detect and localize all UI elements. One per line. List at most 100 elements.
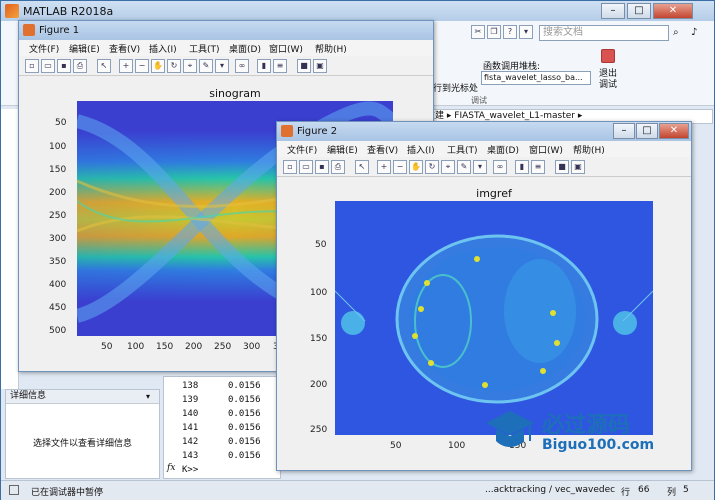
menu-edit[interactable]: 编辑(E) bbox=[69, 42, 100, 55]
close-button[interactable]: ✕ bbox=[653, 3, 693, 19]
menu-help[interactable]: 帮助(H) bbox=[315, 42, 347, 55]
menu-view[interactable]: 查看(V) bbox=[367, 143, 398, 156]
brush-icon[interactable]: ✎ bbox=[457, 160, 471, 174]
copy-icon[interactable]: ❐ bbox=[487, 25, 501, 39]
rotate-icon[interactable]: ↻ bbox=[167, 59, 181, 73]
minimize-button[interactable]: – bbox=[613, 123, 635, 139]
brush-dropdown-icon[interactable]: ▾ bbox=[473, 160, 487, 174]
command-window[interactable]: 138 0.0156 139 0.0156 140 0.0156 141 0.0156 … bbox=[163, 376, 281, 479]
status-row-label: 行 bbox=[621, 488, 631, 498]
menu-edit[interactable]: 编辑(E) bbox=[327, 143, 358, 156]
main-window-title: MATLAB R2018a bbox=[23, 5, 114, 18]
pointer-icon[interactable]: ↖ bbox=[355, 160, 369, 174]
x-tick: 50 bbox=[101, 342, 113, 352]
figure1-title-bar[interactable]: Figure 1 bbox=[19, 21, 433, 40]
hide-tools-icon[interactable]: ■ bbox=[297, 59, 311, 73]
pointer-icon[interactable]: ↖ bbox=[97, 59, 111, 73]
exit-debug-label[interactable]: 退出 调试 bbox=[599, 69, 617, 91]
figure1-menubar: 文件(F) 编辑(E) 查看(V) 插入(I) 工具(T) 桌面(D) 窗口(W… bbox=[19, 40, 433, 56]
figure-icon bbox=[23, 24, 35, 36]
details-header: 详细信息 bbox=[6, 390, 159, 404]
imgref-image[interactable] bbox=[335, 201, 653, 435]
menu-file[interactable]: 文件(F) bbox=[29, 42, 59, 55]
zoom-out-icon[interactable]: − bbox=[393, 160, 407, 174]
path-segment[interactable]: FIASTA_wavelet_L1-master bbox=[454, 111, 575, 121]
brush-dropdown-icon[interactable]: ▾ bbox=[215, 59, 229, 73]
menu-file[interactable]: 文件(F) bbox=[287, 143, 317, 156]
status-col-label: 列 bbox=[667, 488, 677, 498]
data-cursor-icon[interactable]: ⌖ bbox=[441, 160, 455, 174]
menu-desktop[interactable]: 桌面(D) bbox=[487, 143, 519, 156]
menu-window[interactable]: 窗口(W) bbox=[269, 42, 303, 55]
help-icon[interactable]: ? bbox=[503, 25, 517, 39]
menu-insert[interactable]: 插入(I) bbox=[407, 143, 435, 156]
colorbar-icon[interactable]: ▮ bbox=[257, 59, 271, 73]
close-button[interactable]: ✕ bbox=[659, 123, 689, 139]
menu-help[interactable]: 帮助(H) bbox=[573, 143, 605, 156]
figure2-title: Figure 2 bbox=[297, 126, 338, 137]
menu-window[interactable]: 窗口(W) bbox=[529, 143, 563, 156]
search-docs-input[interactable]: 搜索文档 bbox=[539, 25, 669, 41]
status-col-value: 5 bbox=[683, 485, 689, 495]
save-icon[interactable]: ▪ bbox=[57, 59, 71, 73]
y-tick: 200 bbox=[49, 188, 67, 198]
zoom-in-icon[interactable]: + bbox=[377, 160, 391, 174]
print-icon[interactable]: ⎙ bbox=[331, 160, 345, 174]
zoom-in-icon[interactable]: + bbox=[119, 59, 133, 73]
menu-desktop[interactable]: 桌面(D) bbox=[229, 42, 261, 55]
y-tick: 50 bbox=[55, 118, 67, 128]
command-output-row: 142 0.0156 bbox=[182, 437, 261, 447]
current-folder-panel[interactable] bbox=[1, 109, 19, 389]
minimize-button[interactable]: – bbox=[601, 3, 625, 19]
open-icon[interactable]: ▭ bbox=[299, 160, 313, 174]
pan-icon[interactable]: ✋ bbox=[409, 160, 423, 174]
maximize-button[interactable]: □ bbox=[627, 3, 651, 19]
dropdown-icon[interactable]: ▾ bbox=[519, 25, 533, 39]
link-icon[interactable]: ∞ bbox=[493, 160, 507, 174]
chevron-down-icon[interactable]: ▾ bbox=[146, 392, 150, 401]
save-icon[interactable]: ▪ bbox=[315, 160, 329, 174]
run-to-cursor-button[interactable]: 行到光标处 bbox=[433, 81, 478, 94]
rotate-icon[interactable]: ↻ bbox=[425, 160, 439, 174]
cut-icon[interactable]: ✂ bbox=[471, 25, 485, 39]
search-icon[interactable]: ⌕ bbox=[673, 27, 679, 38]
graduation-cap-icon bbox=[486, 411, 534, 447]
colorbar-icon[interactable]: ▮ bbox=[515, 160, 529, 174]
main-title-bar[interactable]: MATLAB R2018a – □ ✕ bbox=[1, 1, 714, 21]
command-output-row: 139 0.0156 bbox=[182, 395, 261, 405]
property-editor-icon[interactable]: ▣ bbox=[313, 59, 327, 73]
zoom-out-icon[interactable]: − bbox=[135, 59, 149, 73]
property-editor-icon[interactable]: ▣ bbox=[571, 160, 585, 174]
exit-debug-icon[interactable] bbox=[601, 49, 615, 63]
data-cursor-icon[interactable]: ⌖ bbox=[183, 59, 197, 73]
link-icon[interactable]: ∞ bbox=[235, 59, 249, 73]
brush-icon[interactable]: ✎ bbox=[199, 59, 213, 73]
notification-icon[interactable]: ♪ bbox=[691, 27, 697, 38]
menu-tools[interactable]: 工具(T) bbox=[447, 143, 478, 156]
menu-tools[interactable]: 工具(T) bbox=[189, 42, 220, 55]
y-tick: 150 bbox=[49, 165, 67, 175]
new-figure-icon[interactable]: ▫ bbox=[25, 59, 39, 73]
menu-view[interactable]: 查看(V) bbox=[109, 42, 140, 55]
hide-tools-icon[interactable]: ■ bbox=[555, 160, 569, 174]
pan-icon[interactable]: ✋ bbox=[151, 59, 165, 73]
debug-section-label: 调试 bbox=[471, 96, 487, 105]
new-figure-icon[interactable]: ▫ bbox=[283, 160, 297, 174]
y-tick: 250 bbox=[49, 211, 67, 221]
x-tick: 100 bbox=[448, 441, 466, 451]
watermark-title: 必过源码 bbox=[542, 413, 631, 438]
status-grip-icon bbox=[9, 485, 19, 495]
menu-insert[interactable]: 插入(I) bbox=[149, 42, 177, 55]
figure2-menubar: 文件(F) 编辑(E) 查看(V) 插入(I) 工具(T) 桌面(D) 窗口(W… bbox=[277, 141, 691, 157]
figure2-title-bar[interactable]: Figure 2 – □ ✕ bbox=[277, 122, 691, 141]
legend-icon[interactable]: ≡ bbox=[273, 59, 287, 73]
call-stack-select[interactable]: fista_wavelet_lasso_ba... bbox=[481, 71, 591, 85]
open-icon[interactable]: ▭ bbox=[41, 59, 55, 73]
status-row-value: 66 bbox=[638, 485, 650, 495]
y-tick: 100 bbox=[310, 288, 328, 298]
print-icon[interactable]: ⎙ bbox=[73, 59, 87, 73]
figure1-title: Figure 1 bbox=[39, 25, 80, 36]
maximize-button[interactable]: □ bbox=[636, 123, 658, 139]
command-prompt[interactable]: K>> bbox=[182, 465, 198, 475]
legend-icon[interactable]: ≡ bbox=[531, 160, 545, 174]
